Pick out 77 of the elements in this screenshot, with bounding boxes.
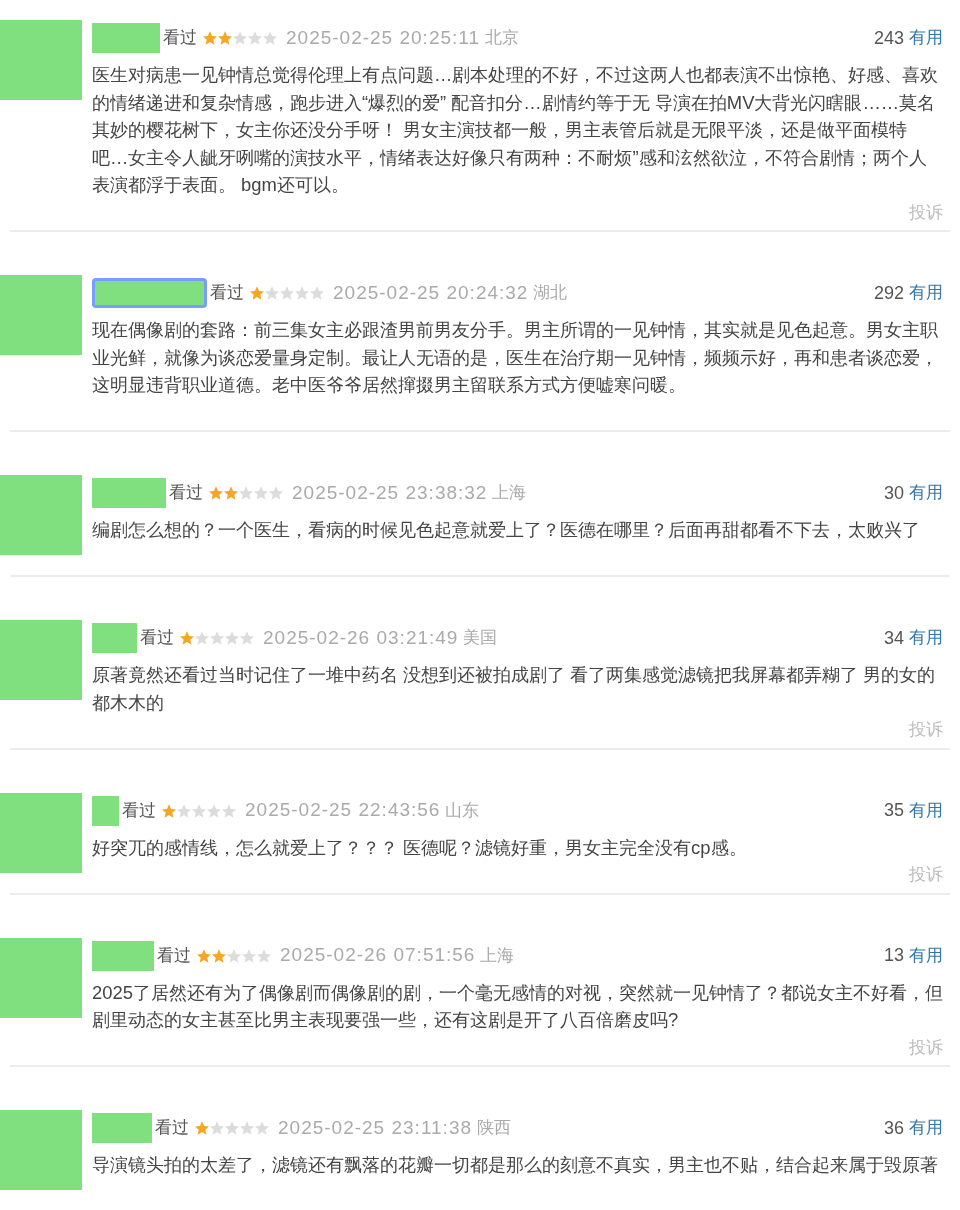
star-icon <box>222 803 236 818</box>
star-icon <box>240 1121 254 1135</box>
star-icon <box>227 948 241 963</box>
comment-time: 2025-02-25 20:25:11 <box>286 25 481 50</box>
star-icon <box>162 803 176 818</box>
watched-status: 看过 <box>163 27 197 50</box>
comment-time: 2025-02-26 07:51:56 <box>280 943 476 968</box>
star-icon <box>203 31 217 45</box>
comment-text: 导演镜头拍的太差了，滤镜还有飘落的花瓣一切都是那么的刻意不真实，男主也不贴，结合起来属于毁原著 <box>92 1153 939 1177</box>
comment-time: 2025-02-25 23:11:38 <box>278 1115 473 1140</box>
useful-link[interactable]: 有用 <box>909 280 943 306</box>
star-icon <box>209 486 223 500</box>
comment-text: 编剧怎么想的？一个医生，看病的时候见色起意就爱上了？医德在哪里？后面再甜都看不下去，太败兴了 <box>92 518 921 542</box>
star-icon <box>212 948 226 963</box>
vote-count: 36 <box>883 1116 904 1140</box>
comment-text: 现在偶像剧的套路：前三集女主必跟渣男前男友分手。男主所谓的一见钟情，其实就是见色起意。男女主职业光鲜，就像为谈恋爱量身定制。最让人无语的是，医生在治疗期一见钟情，频频示好，再和患者谈恋爱，这明显违背职业道德。老中医爷爷居然撺掇男主留联系方式方便嘘寒问暖。 <box>92 318 939 397</box>
comment-text: 原著竟然还看过当时记住了一堆中药名 没想到还被拍成剧了 看了两集感觉滤镜把我屏幕都弄糊了 男的女的都木木的 <box>92 663 937 715</box>
comment-location: 上海 <box>480 944 515 967</box>
vote-count: 243 <box>873 26 904 50</box>
comment-location: 陕西 <box>477 1117 512 1140</box>
star-icon <box>218 31 232 45</box>
watched-status: 看过 <box>122 799 156 822</box>
watched-status: 看过 <box>155 1117 189 1140</box>
star-icon <box>255 1121 269 1135</box>
comment-time: 2025-02-25 20:24:32 <box>333 280 529 305</box>
star-icon <box>242 948 256 963</box>
useful-link[interactable]: 有用 <box>909 25 943 51</box>
comment-location: 湖北 <box>533 282 568 305</box>
star-icon <box>225 1121 239 1135</box>
star-icon <box>195 631 209 645</box>
star-icon <box>254 486 268 500</box>
star-icon <box>248 31 262 45</box>
star-icon <box>207 803 221 818</box>
star-icon <box>250 286 264 300</box>
star-icon <box>257 948 271 963</box>
vote-count: 13 <box>883 944 904 967</box>
comment-location: 上海 <box>492 482 527 505</box>
star-icon <box>233 31 247 45</box>
star-icon <box>310 286 324 300</box>
star-icon <box>269 486 283 500</box>
useful-link[interactable]: 有用 <box>909 942 943 969</box>
comment-time: 2025-02-25 22:43:56 <box>245 798 441 823</box>
star-icon <box>210 1121 224 1135</box>
comment-time: 2025-02-26 03:21:49 <box>263 625 459 650</box>
star-icon <box>225 631 239 645</box>
star-icon <box>224 486 238 500</box>
star-icon <box>177 803 191 818</box>
comment-text: 好突兀的感情线，怎么就爱上了？？？ 医德呢？滤镜好重，男女主完全没有cp感。 <box>92 835 748 860</box>
star-icon <box>210 631 224 645</box>
useful-link[interactable]: 有用 <box>909 625 943 651</box>
watched-status: 看过 <box>157 944 191 967</box>
star-icon <box>180 631 194 645</box>
useful-link[interactable]: 有用 <box>909 1115 943 1141</box>
comment-location: 北京 <box>485 27 520 50</box>
star-icon <box>280 286 294 300</box>
star-icon <box>197 948 211 963</box>
comment-location: 山东 <box>445 799 480 822</box>
watched-status: 看过 <box>210 282 244 305</box>
watched-status: 看过 <box>140 627 174 650</box>
star-icon <box>240 631 254 645</box>
vote-count: 35 <box>883 799 904 822</box>
vote-count: 34 <box>883 626 904 650</box>
comment-text: 2025了居然还有为了偶像剧而偶像剧的剧，一个毫无感情的对视，突然就一见钟情了？都说女主不好看，但剧里动态的女主甚至比男主表现要强一些，还有这剧是开了八百倍磨皮吗? <box>92 980 943 1032</box>
star-icon <box>192 803 206 818</box>
star-icon <box>295 286 309 300</box>
star-icon <box>263 31 277 45</box>
vote-count: 30 <box>883 481 904 505</box>
star-icon <box>239 486 253 500</box>
vote-count: 292 <box>873 281 904 305</box>
comment-location: 美国 <box>463 627 498 650</box>
useful-link[interactable]: 有用 <box>909 797 943 824</box>
useful-link[interactable]: 有用 <box>909 480 943 506</box>
star-icon <box>195 1121 209 1135</box>
watched-status: 看过 <box>169 482 203 505</box>
comment-time: 2025-02-25 23:38:32 <box>292 480 488 505</box>
comment-text: 医生对病患一见钟情总觉得伦理上有点问题…剧本处理的不好，不过这两人也都表演不出惊艳、好感、喜欢的情绪递进和复杂情感，跑步进入“爆烈的爱” 配音扣分…剧情约等于无 导演在拍MV大背光闪瞎眼……莫名其妙的樱花树下，女主你还没分手呀！ 男女主演技都一般，男主表管后就是无限平淡，还是做平面模特吧…女主令人龇牙咧嘴的演技水平，情绪表达好像只有两种：不耐烦”感和泫然欲泣，不符合剧情；两个人表演都浮于表面。 bgm还可以。 <box>92 63 940 197</box>
star-icon <box>265 286 279 300</box>
